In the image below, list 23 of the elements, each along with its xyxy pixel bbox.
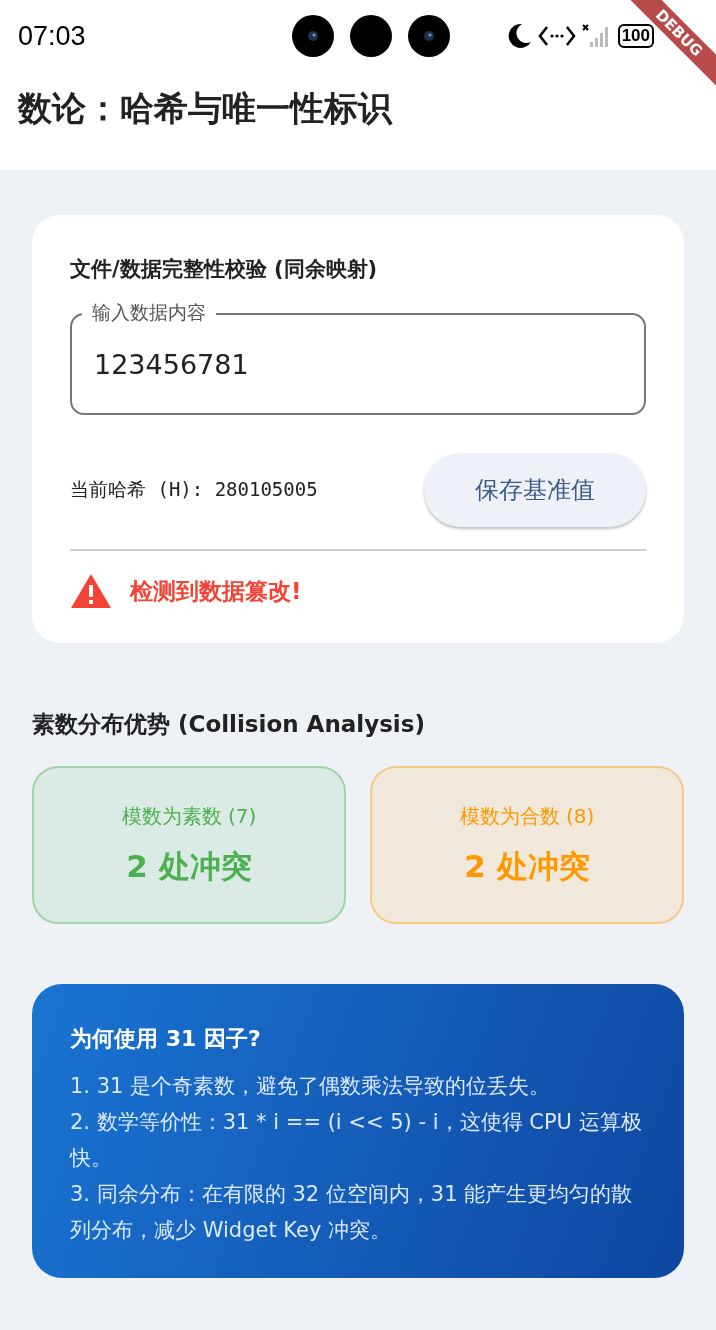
- info-paragraph: 3. 同余分布：在有限的 32 位空间内，31 能产生更均匀的散列分布，减少 Widget Key 冲突。: [70, 1181, 634, 1244]
- hash-text: 当前哈希 (H): 280105005: [70, 477, 318, 502]
- camera-icon: [292, 15, 334, 57]
- section-title: 素数分布优势 (Collision Analysis): [32, 710, 426, 739]
- app-title: 数论：哈希与唯一性标识: [18, 87, 394, 130]
- stat-value: 2 处冲突: [464, 846, 590, 886]
- info-paragraph: 2. 数学等价性：31 * i == (i << 5) - i，这使得 CPU 运算极快。: [70, 1109, 643, 1172]
- info-paragraph: 1. 31 是个奇素数，避免了偶数乘法导致的位丢失。: [70, 1073, 552, 1100]
- moon-icon: [507, 23, 532, 49]
- warning-icon: [70, 573, 112, 609]
- battery-icon: 100: [617, 24, 654, 48]
- camera-icon: [350, 15, 392, 57]
- code-icon: [537, 25, 576, 47]
- stat-label: 模数为素数 (7): [121, 802, 257, 830]
- stat-value: 2 处冲突: [126, 846, 252, 886]
- status-time: 07:03: [18, 20, 87, 52]
- input-field[interactable]: 输入数据内容 123456781: [70, 299, 646, 415]
- save-button[interactable]: 保存基准值: [424, 453, 646, 527]
- info-title: 为何使用 31 因子?: [70, 1025, 262, 1053]
- alert-text: 检测到数据篡改!: [130, 576, 302, 606]
- stat-label: 模数为合数 (8): [459, 802, 595, 830]
- camera-icon: [408, 15, 450, 57]
- card-title: 文件/数据完整性校验 (同余映射): [70, 256, 379, 283]
